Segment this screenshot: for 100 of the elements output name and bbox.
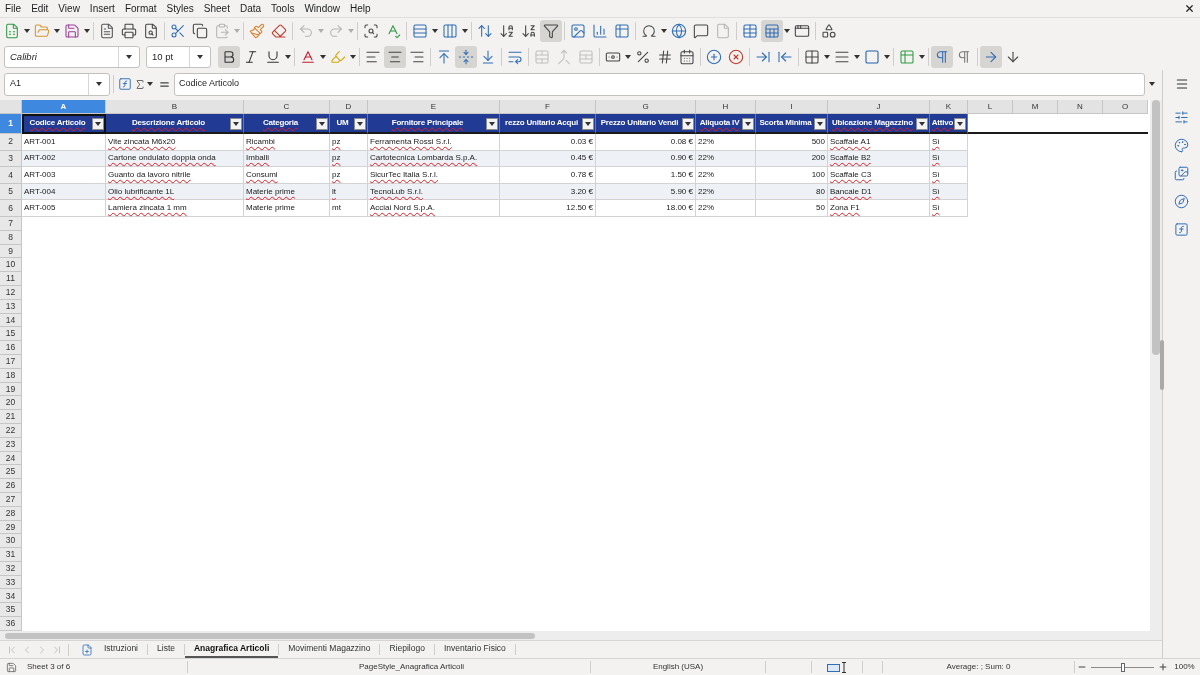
column-header[interactable]: M xyxy=(1013,100,1058,114)
column-header[interactable]: O xyxy=(1103,100,1148,114)
table-cell: Sì xyxy=(930,167,968,184)
close-button[interactable] xyxy=(1183,2,1195,15)
sheet-tab[interactable]: Riepilogo xyxy=(380,641,434,658)
column-title: Descrizione Articolo xyxy=(130,117,207,129)
column-header[interactable]: G xyxy=(596,100,696,114)
menu-item[interactable]: Sheet xyxy=(198,0,235,17)
caret-icon xyxy=(685,122,691,126)
scrollbar-thumb[interactable] xyxy=(5,632,535,639)
redo-icon xyxy=(328,23,344,39)
row-header[interactable]: 34 xyxy=(0,589,22,604)
sheet-tab[interactable]: Movimenti Magazzino xyxy=(279,641,380,658)
column-header[interactable]: E xyxy=(368,100,500,114)
left-to-right-button[interactable] xyxy=(931,46,953,68)
column-header[interactable]: I xyxy=(756,100,828,114)
filter-button[interactable] xyxy=(92,118,104,130)
filter-button[interactable] xyxy=(742,118,754,130)
filter-button[interactable] xyxy=(316,118,328,130)
row-header[interactable]: 26 xyxy=(0,479,22,493)
menu-item[interactable]: Tools xyxy=(266,0,300,17)
row-header[interactable]: 6 xyxy=(0,200,22,217)
column-header[interactable]: C xyxy=(244,100,330,114)
zoom-in-button[interactable] xyxy=(1157,661,1169,673)
formula-input[interactable]: Codice Articolo xyxy=(174,72,1145,96)
menu-item[interactable]: Styles xyxy=(161,0,199,17)
up-down-arrows-icon xyxy=(477,23,493,39)
caret-icon xyxy=(884,55,890,59)
filter-button[interactable] xyxy=(682,118,694,130)
row-header[interactable]: 31 xyxy=(0,548,22,562)
column-header[interactable]: J xyxy=(828,100,930,114)
menu-item[interactable]: Help xyxy=(345,0,376,17)
sheet-tab[interactable]: Istruzioni xyxy=(95,641,147,658)
column-title: Aliquota IV xyxy=(698,117,741,129)
zoom-percentage[interactable]: 100% xyxy=(1174,661,1195,673)
caret-icon xyxy=(957,122,963,126)
menu-item[interactable]: Insert xyxy=(84,0,120,17)
column-header[interactable]: H xyxy=(696,100,756,114)
zoom-slider-thumb[interactable] xyxy=(1120,662,1125,672)
column-header[interactable]: K xyxy=(930,100,968,114)
zoom-slider[interactable] xyxy=(1091,662,1154,672)
vertical-scrollbar[interactable] xyxy=(1150,100,1162,631)
row-header[interactable]: 4 xyxy=(0,167,22,184)
row-header[interactable]: 30 xyxy=(0,534,22,549)
menu-icon xyxy=(1174,77,1189,91)
table-cell: 0.03 € xyxy=(500,134,596,151)
autofilter-button[interactable] xyxy=(540,20,562,42)
filter-button[interactable] xyxy=(582,118,594,130)
scrollbar-thumb[interactable] xyxy=(1152,100,1160,355)
menu-item[interactable]: File xyxy=(0,0,27,17)
row-header[interactable]: 35 xyxy=(0,603,22,618)
column-header[interactable]: N xyxy=(1058,100,1103,114)
column-header[interactable]: A xyxy=(22,100,106,114)
sheet-tab[interactable]: Liste xyxy=(148,641,184,658)
name-box[interactable]: A1 xyxy=(4,72,110,96)
sheet-tab[interactable]: Inventario Fisico xyxy=(434,641,515,658)
row-header[interactable]: 11 xyxy=(0,272,22,286)
row-header[interactable]: 21 xyxy=(0,410,22,424)
filter-button[interactable] xyxy=(916,118,928,130)
align-center-button[interactable] xyxy=(384,46,406,68)
row-header[interactable]: 25 xyxy=(0,465,22,480)
menu-item[interactable]: Format xyxy=(119,0,162,17)
row-header[interactable]: 36 xyxy=(0,617,22,631)
caret-icon xyxy=(96,82,102,86)
caret-icon xyxy=(462,29,468,33)
add-sheet-button[interactable] xyxy=(79,641,95,658)
row-header[interactable]: 1 xyxy=(0,114,22,134)
row-header[interactable]: 20 xyxy=(0,396,22,411)
column-header[interactable]: D xyxy=(330,100,368,114)
rectangle-text-cursor-icon[interactable] xyxy=(827,661,847,673)
table-cell: Cartone ondulato doppia onda xyxy=(106,150,244,168)
sidebar-resize-handle[interactable] xyxy=(1160,340,1164,390)
caret-icon xyxy=(147,82,153,86)
row-header[interactable]: 16 xyxy=(0,341,22,355)
caret-icon xyxy=(784,29,790,33)
column-header[interactable]: F xyxy=(500,100,596,114)
column-header[interactable]: B xyxy=(106,100,244,114)
row-header[interactable]: 2 xyxy=(0,134,22,151)
banknote-icon xyxy=(605,49,621,65)
menu-item[interactable]: Window xyxy=(299,0,345,17)
calendar-icon xyxy=(679,49,695,65)
font-size-field[interactable]: 10 pt xyxy=(146,46,211,68)
sheet-tab[interactable]: Anagrafica Articoli xyxy=(185,641,279,658)
table-cell: SicurTec Italia S.r.l. xyxy=(368,167,500,184)
row-header[interactable]: 15 xyxy=(0,327,22,342)
text-left-to-right-button[interactable] xyxy=(980,46,1002,68)
menu-item[interactable]: Edit xyxy=(26,0,54,17)
filter-button[interactable] xyxy=(486,118,498,130)
menu-item[interactable]: Data xyxy=(234,0,267,17)
column-header[interactable]: L xyxy=(968,100,1013,114)
filter-button[interactable] xyxy=(954,118,966,130)
caret-icon xyxy=(318,29,324,33)
bold-button[interactable] xyxy=(218,46,240,68)
filter-button[interactable] xyxy=(814,118,826,130)
filter-button[interactable] xyxy=(230,118,242,130)
menu-item[interactable]: View xyxy=(53,0,85,17)
horizontal-scrollbar[interactable] xyxy=(0,631,1162,640)
row-header[interactable]: 10 xyxy=(0,258,22,273)
font-name-field[interactable]: Calibri xyxy=(4,46,140,68)
filter-button[interactable] xyxy=(354,118,366,130)
